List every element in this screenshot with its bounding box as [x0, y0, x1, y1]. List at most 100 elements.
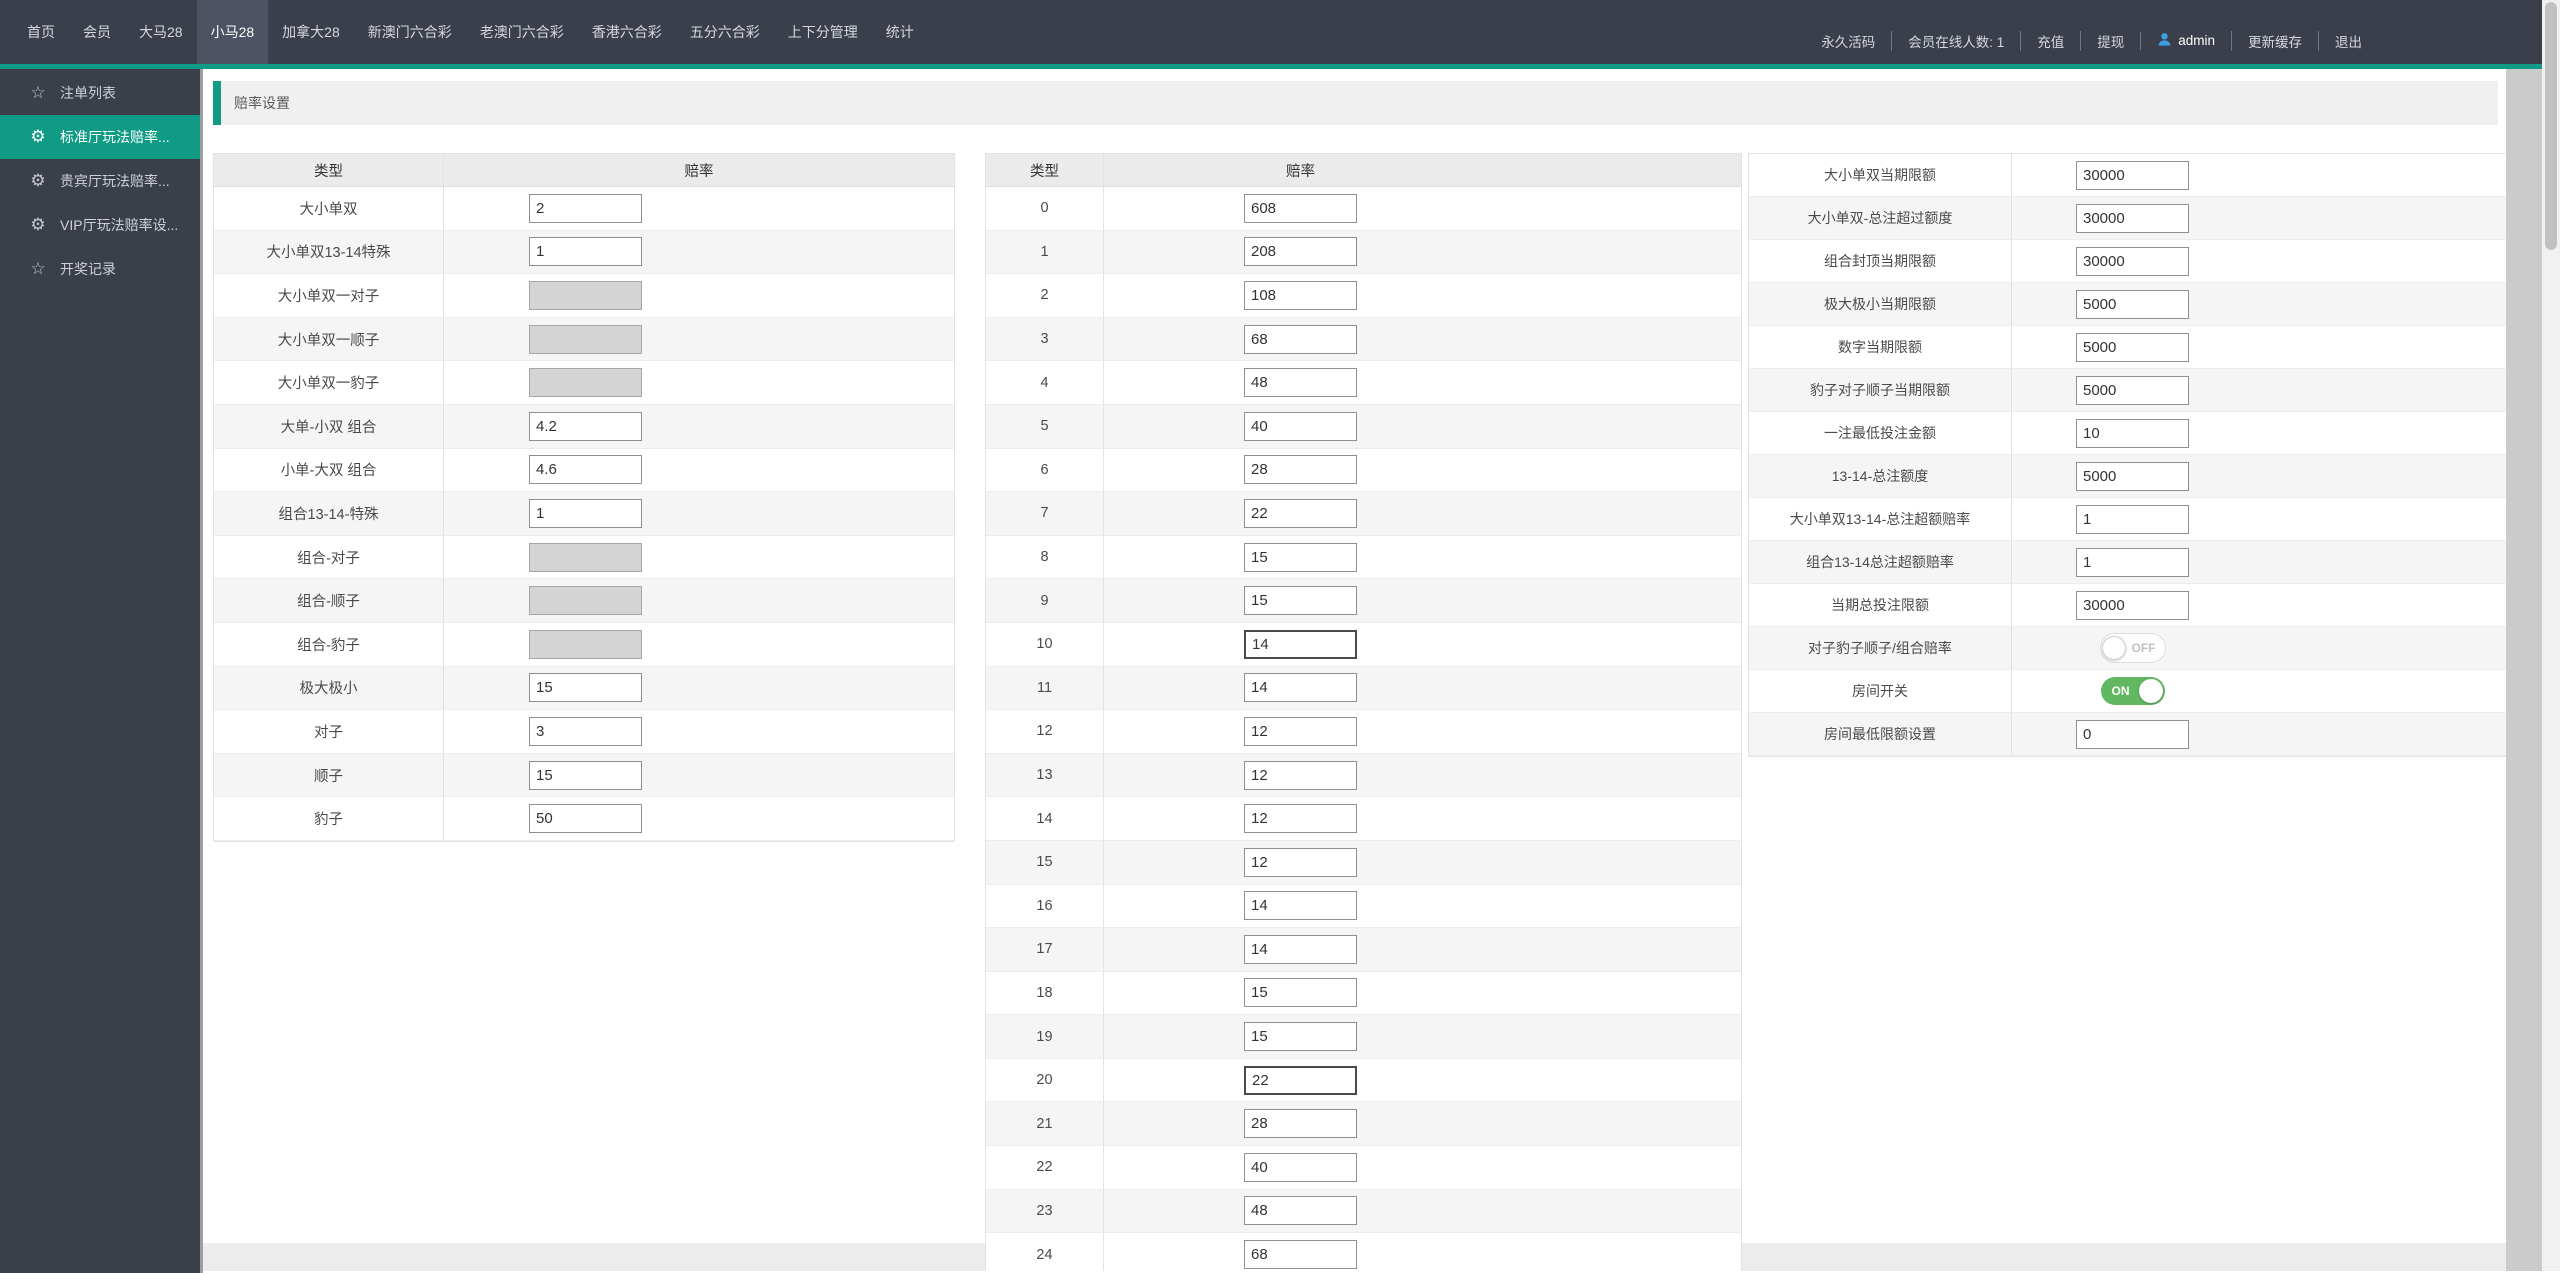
topbar-link-label: 永久活码: [1821, 31, 1875, 51]
toggle-switch[interactable]: OFF: [2100, 633, 2166, 663]
odds-type-label: 组合-对子: [214, 536, 444, 579]
topbar-link[interactable]: 充值: [2020, 31, 2080, 51]
sidebar-item[interactable]: 标准厅玩法赔率...: [0, 115, 200, 159]
topbar-link[interactable]: 更新缓存: [2231, 31, 2318, 51]
odds-input[interactable]: [529, 455, 642, 484]
odds-input[interactable]: [1244, 978, 1357, 1007]
odds-input[interactable]: [529, 586, 642, 615]
odds-row: 极大极小: [214, 667, 954, 711]
odds-input[interactable]: [529, 281, 642, 310]
topbar-link[interactable]: 永久活码: [1805, 31, 1891, 51]
limit-input[interactable]: [2076, 204, 2189, 233]
odds-input[interactable]: [1244, 761, 1357, 790]
odds-input[interactable]: [1244, 1066, 1357, 1095]
limit-input[interactable]: [2076, 548, 2189, 577]
odds-input[interactable]: [529, 630, 642, 659]
odds-input[interactable]: [1244, 673, 1357, 702]
nav-tab[interactable]: 上下分管理: [774, 0, 872, 64]
nav-tab[interactable]: 大马28: [125, 0, 197, 64]
limit-row: 大小单双13-14-总注超额赔率: [1749, 498, 2506, 541]
topbar-link[interactable]: 会员在线人数: 1: [1891, 31, 2020, 51]
nav-tab[interactable]: 加拿大28: [268, 0, 354, 64]
vertical-scrollbar-thumb[interactable]: [2545, 2, 2557, 250]
sidebar-item[interactable]: 贵宾厅玩法赔率...: [0, 159, 200, 203]
vertical-scrollbar[interactable]: [2542, 0, 2560, 1271]
odds-type-label: 3: [986, 318, 1104, 361]
odds-type-label: 大小单双一顺子: [214, 318, 444, 361]
nav-tab[interactable]: 统计: [872, 0, 928, 64]
odds-input[interactable]: [1244, 1109, 1357, 1138]
odds-input[interactable]: [1244, 412, 1357, 441]
nav-tab[interactable]: 会员: [69, 0, 125, 64]
nav-tab[interactable]: 老澳门六合彩: [466, 0, 578, 64]
odds-input[interactable]: [1244, 935, 1357, 964]
limit-input[interactable]: [2076, 333, 2189, 362]
odds-input[interactable]: [1244, 455, 1357, 484]
odds-input[interactable]: [529, 543, 642, 572]
limit-label: 极大极小当期限额: [1749, 283, 2012, 325]
odds-input[interactable]: [529, 325, 642, 354]
nav-tabs: 首页 会员 大马28 小马28 加拿大28 新澳门六合彩 老澳门六合彩 香港六合…: [13, 0, 928, 64]
sidebar-item[interactable]: 开奖记录: [0, 247, 200, 291]
odds-row: 9: [986, 579, 1741, 623]
odds-input[interactable]: [1244, 543, 1357, 572]
odds-input[interactable]: [529, 761, 642, 790]
sidebar-item[interactable]: 注单列表: [0, 71, 200, 115]
limit-input[interactable]: [2076, 290, 2189, 319]
nav-tab[interactable]: 新澳门六合彩: [354, 0, 466, 64]
odds-input[interactable]: [529, 368, 642, 397]
odds-input[interactable]: [529, 804, 642, 833]
odds-input[interactable]: [1244, 1196, 1357, 1225]
odds-type-label: 组合-顺子: [214, 579, 444, 622]
odds-type-label: 15: [986, 841, 1104, 884]
nav-tab[interactable]: 香港六合彩: [578, 0, 676, 64]
limit-input[interactable]: [2076, 161, 2189, 190]
odds-input[interactable]: [1244, 804, 1357, 833]
topbar-link[interactable]: admin: [2140, 32, 2231, 50]
limit-label: 房间开关: [1749, 670, 2012, 712]
odds-input[interactable]: [1244, 848, 1357, 877]
limit-input[interactable]: [2076, 419, 2189, 448]
odds-input[interactable]: [1244, 1022, 1357, 1051]
limit-input[interactable]: [2076, 505, 2189, 534]
odds-input[interactable]: [529, 237, 642, 266]
odds-type-label: 11: [986, 667, 1104, 710]
odds-type-label: 大小单双一对子: [214, 274, 444, 317]
odds-input[interactable]: [529, 499, 642, 528]
odds-input[interactable]: [1244, 237, 1357, 266]
odds-input[interactable]: [1244, 499, 1357, 528]
limit-input[interactable]: [2076, 376, 2189, 405]
nav-tab[interactable]: 小马28: [197, 0, 269, 64]
limit-input[interactable]: [2076, 247, 2189, 276]
odds-input[interactable]: [1244, 586, 1357, 615]
toggle-switch[interactable]: ON: [2101, 677, 2165, 705]
limit-input[interactable]: [2076, 720, 2189, 749]
topbar-link[interactable]: 退出: [2318, 31, 2378, 51]
limit-input[interactable]: [2076, 591, 2189, 620]
odds-type-label: 顺子: [214, 754, 444, 797]
nav-tab[interactable]: 首页: [13, 0, 69, 64]
odds-input[interactable]: [1244, 194, 1357, 223]
topbar-link[interactable]: 提现: [2080, 31, 2140, 51]
odds-input[interactable]: [529, 194, 642, 223]
odds-input[interactable]: [1244, 368, 1357, 397]
odds-input[interactable]: [1244, 717, 1357, 746]
nav-tab[interactable]: 五分六合彩: [676, 0, 774, 64]
odds-type-label: 6: [986, 449, 1104, 492]
topbar-link-label: 充值: [2037, 31, 2064, 51]
odds-input[interactable]: [529, 412, 642, 441]
odds-input[interactable]: [1244, 1153, 1357, 1182]
limit-input[interactable]: [2076, 462, 2189, 491]
topbar-link-label: admin: [2178, 33, 2215, 48]
odds-input[interactable]: [1244, 630, 1357, 659]
toggle-label: ON: [2112, 684, 2130, 698]
odds-row: 大小单双一豹子: [214, 361, 954, 405]
odds-input[interactable]: [529, 717, 642, 746]
odds-input[interactable]: [1244, 325, 1357, 354]
sidebar-item[interactable]: VIP厅玩法赔率设...: [0, 203, 200, 247]
odds-input[interactable]: [1244, 1240, 1357, 1269]
odds-input[interactable]: [529, 673, 642, 702]
odds-input[interactable]: [1244, 281, 1357, 310]
sidebar-item-label: 开奖记录: [60, 259, 116, 279]
odds-input[interactable]: [1244, 891, 1357, 920]
